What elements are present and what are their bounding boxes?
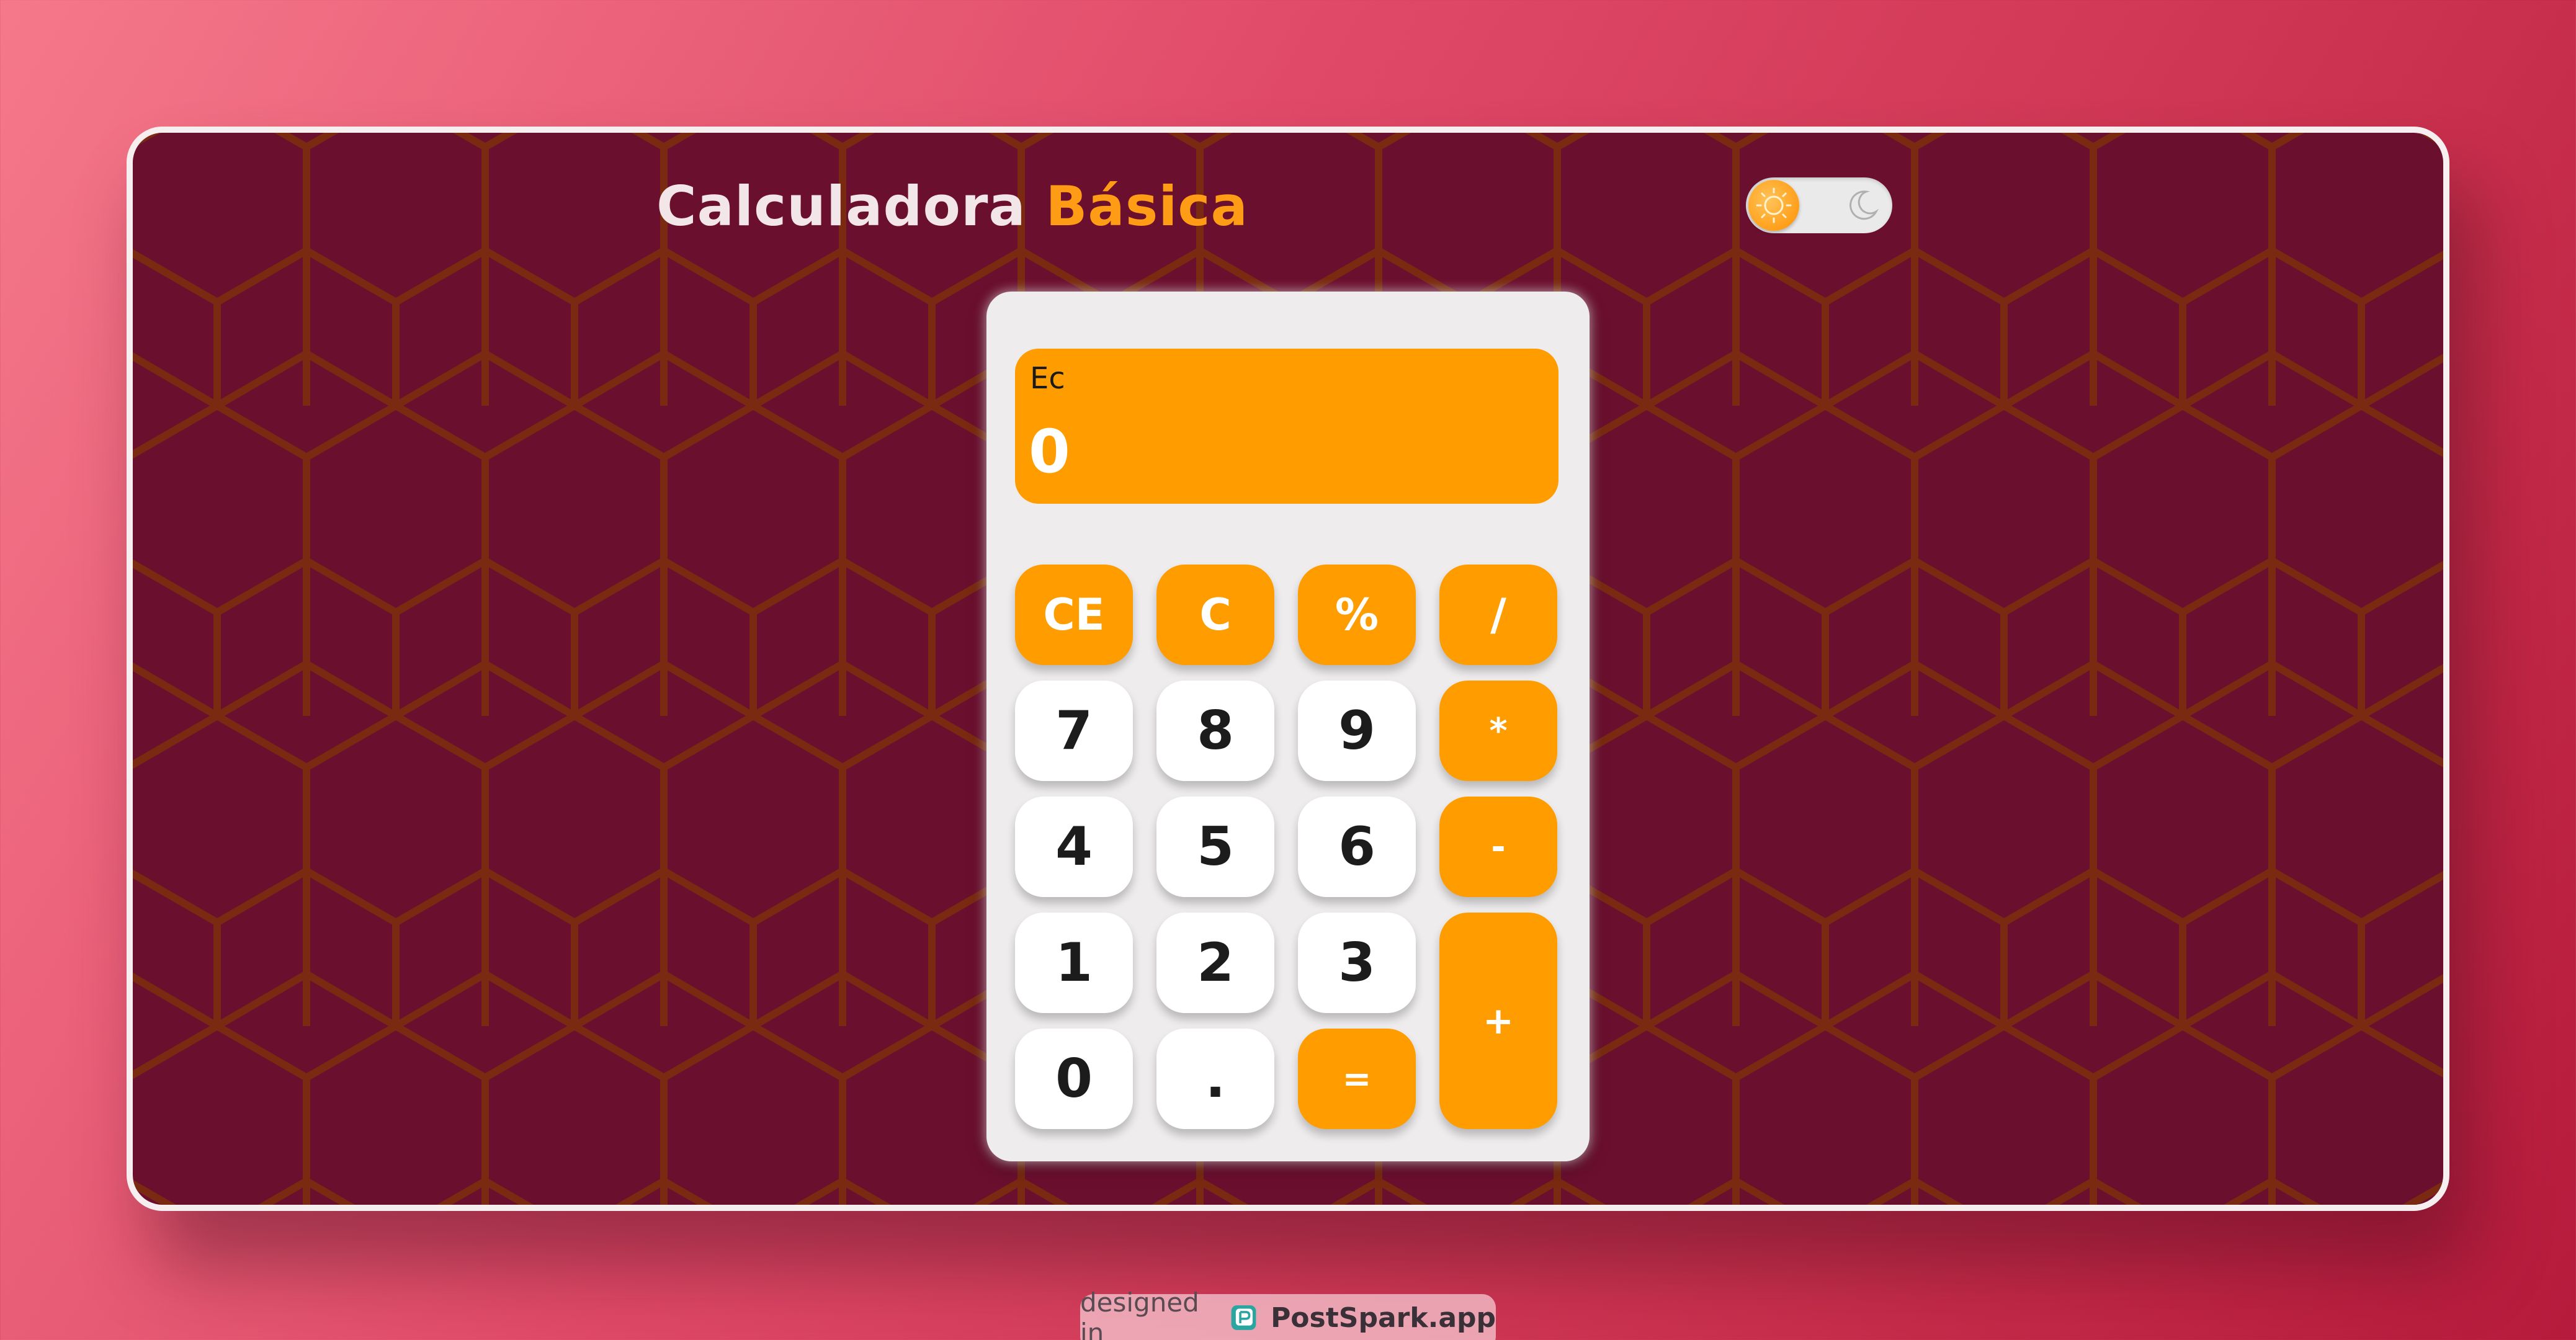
digit-5-button[interactable]: 5	[1156, 797, 1274, 897]
digit-1-button[interactable]: 1	[1015, 913, 1133, 1013]
designed-in-badge[interactable]: designed in PostSpark.app	[1080, 1287, 1496, 1340]
digit-4-button[interactable]: 4	[1015, 797, 1133, 897]
title-accent: Básica	[1045, 174, 1248, 238]
digit-9-button[interactable]: 9	[1298, 681, 1416, 781]
digit-8-button[interactable]: 8	[1156, 681, 1274, 781]
sun-icon	[1756, 187, 1792, 223]
footer-brand: PostSpark.app	[1271, 1302, 1496, 1334]
multiply-button[interactable]: *	[1439, 681, 1557, 781]
title-main: Calculadora	[656, 174, 1026, 238]
digit-7-button[interactable]: 7	[1015, 681, 1133, 781]
divide-button[interactable]: /	[1439, 565, 1557, 665]
postspark-logo-icon	[1231, 1305, 1256, 1330]
clear-button[interactable]: C	[1156, 565, 1274, 665]
calculator-display: Ec 0	[1015, 349, 1559, 504]
result-value: 0	[1029, 417, 1070, 486]
clear-entry-button[interactable]: CE	[1015, 565, 1133, 665]
calculator: Ec 0 CE C % / 7 8 9 * 4 5 6 - 1 2 3 + 0 …	[986, 292, 1590, 1161]
app-frame: Calculadora Básica Ec 0 CE C % / 7 8 9 *…	[127, 127, 2449, 1211]
digit-6-button[interactable]: 6	[1298, 797, 1416, 897]
toggle-knob[interactable]	[1748, 180, 1799, 231]
add-button[interactable]: +	[1439, 913, 1557, 1129]
page-title: Calculadora Básica	[656, 174, 1248, 239]
equals-button[interactable]: =	[1298, 1029, 1416, 1129]
percent-button[interactable]: %	[1298, 565, 1416, 665]
decimal-button[interactable]: .	[1156, 1029, 1274, 1129]
keypad: CE C % / 7 8 9 * 4 5 6 - 1 2 3 + 0 . =	[1015, 565, 1559, 1129]
digit-2-button[interactable]: 2	[1156, 913, 1274, 1013]
theme-toggle[interactable]	[1746, 177, 1892, 233]
subtract-button[interactable]: -	[1439, 797, 1557, 897]
footer-prefix: designed in	[1080, 1287, 1199, 1340]
equation-label: Ec	[1030, 361, 1065, 396]
moon-icon[interactable]	[1845, 188, 1880, 223]
digit-0-button[interactable]: 0	[1015, 1029, 1133, 1129]
digit-3-button[interactable]: 3	[1298, 913, 1416, 1013]
